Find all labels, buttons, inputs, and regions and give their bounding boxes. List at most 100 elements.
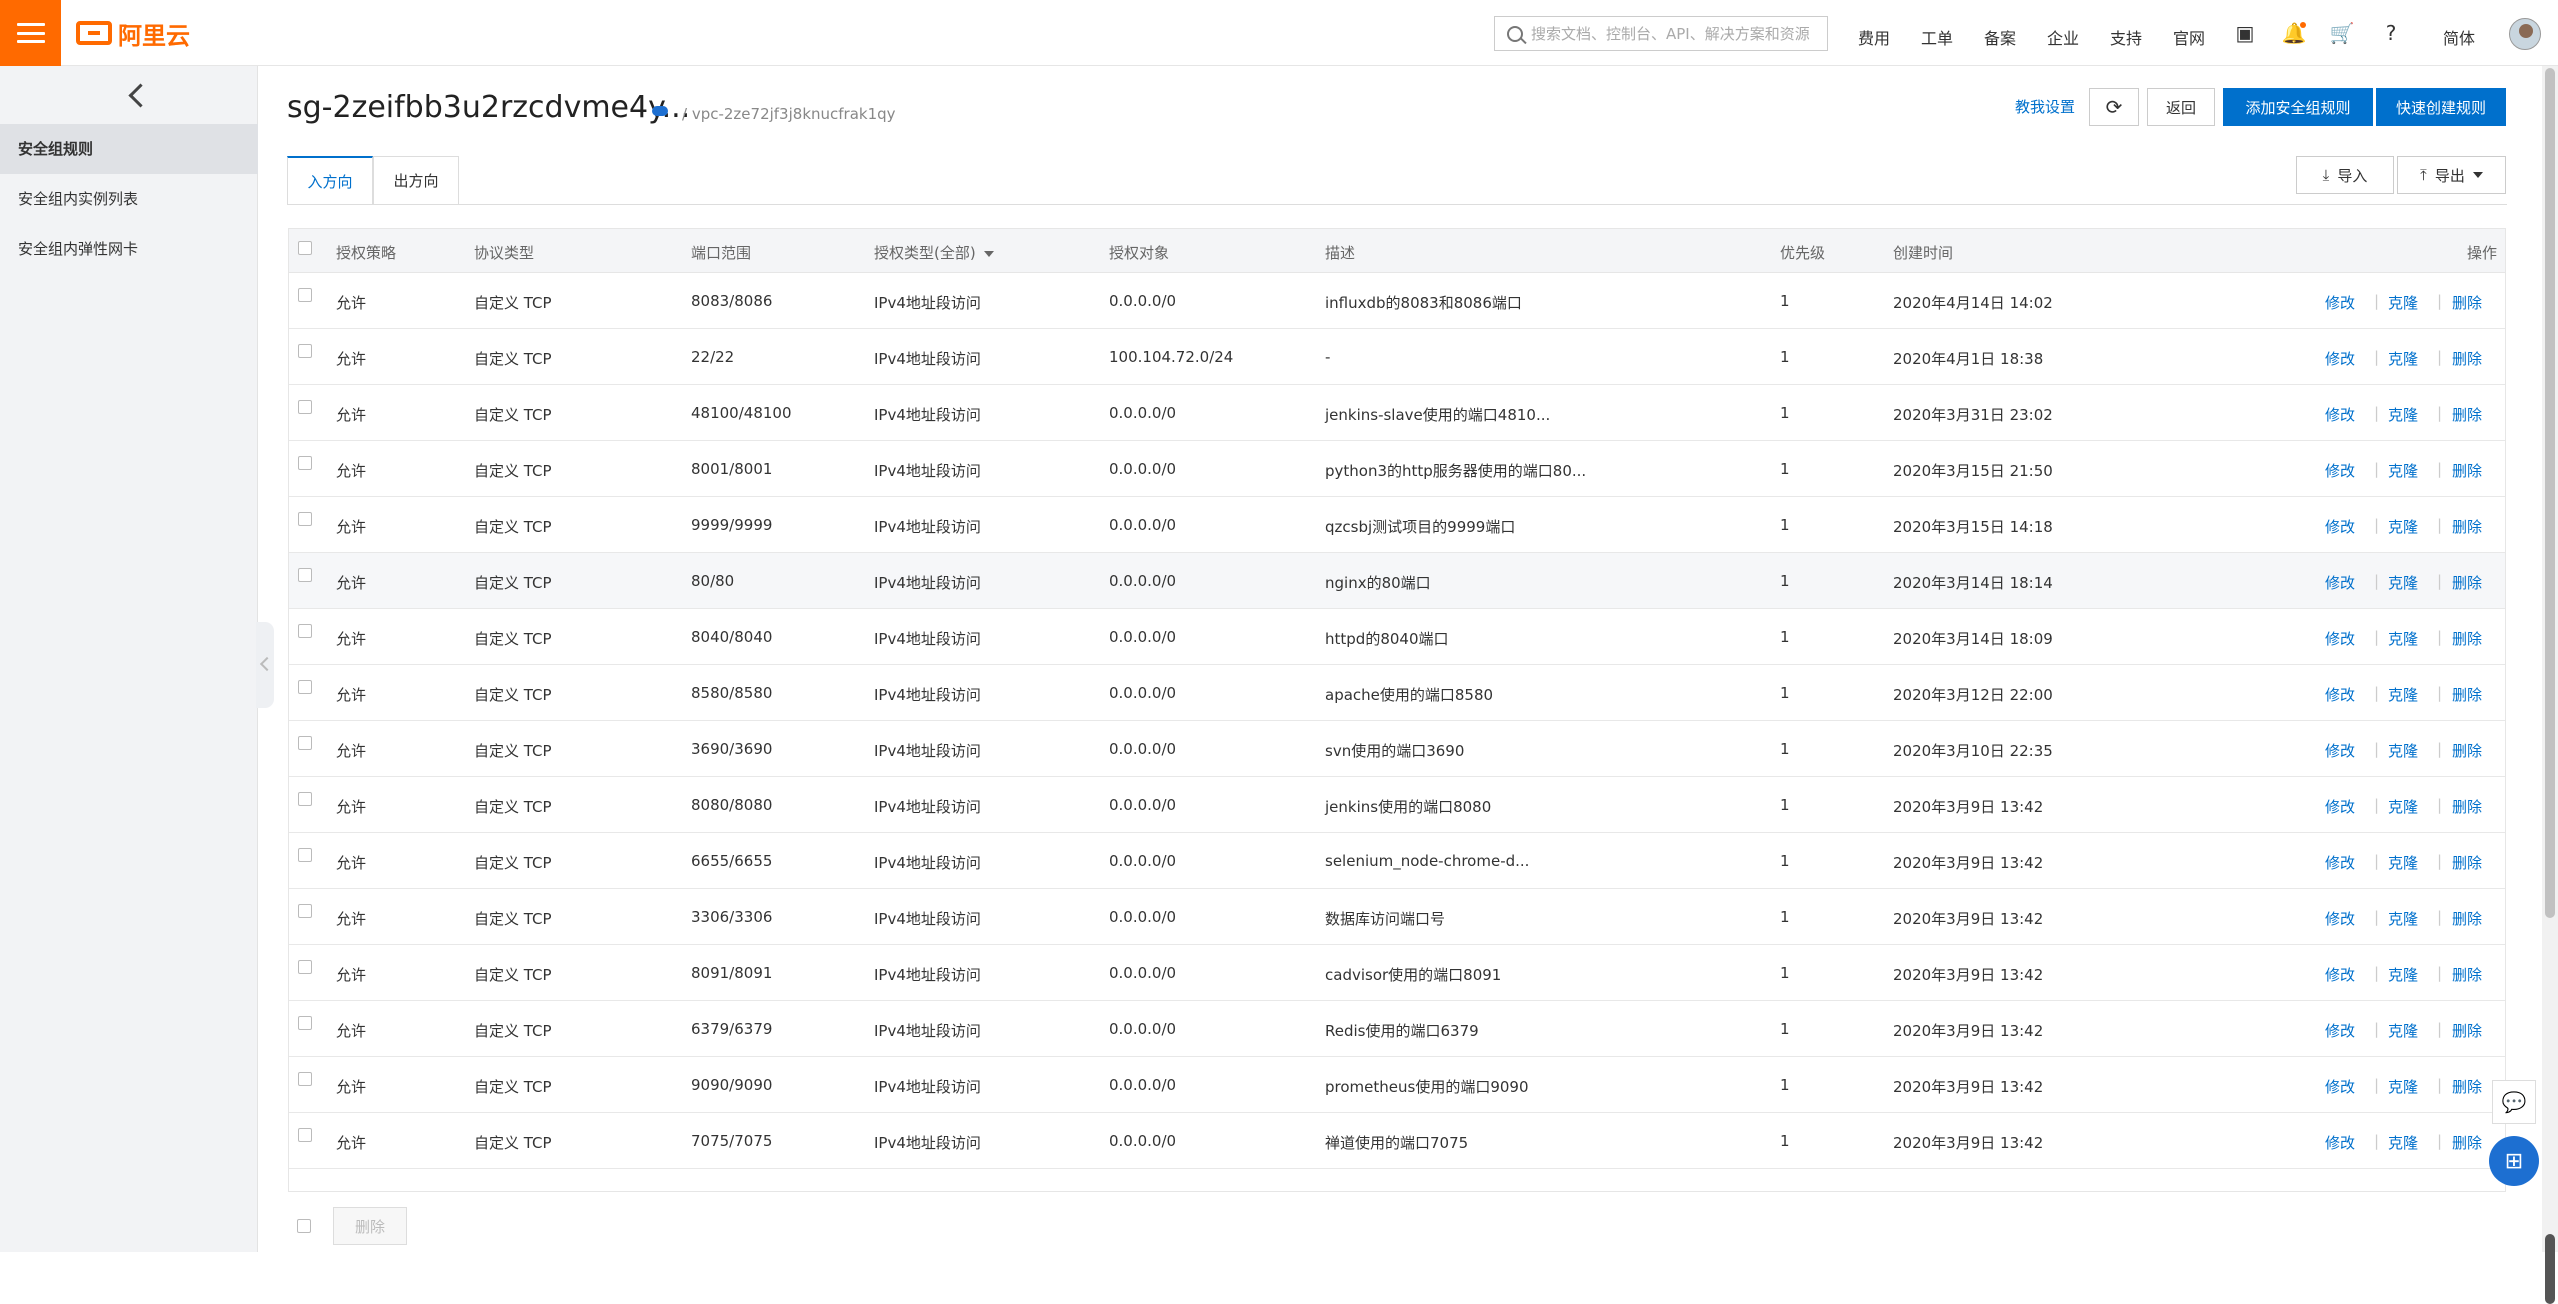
- search-input[interactable]: 搜索文档、控制台、API、解决方案和资源: [1494, 16, 1828, 51]
- row-checkbox[interactable]: [298, 792, 312, 806]
- sidebar-item-enis[interactable]: 安全组内弹性网卡: [0, 224, 258, 274]
- import-button[interactable]: ⤓ 导入: [2296, 156, 2394, 194]
- edit-link[interactable]: 修改: [2325, 460, 2355, 481]
- nav-support[interactable]: 支持: [2110, 25, 2142, 49]
- row-checkbox[interactable]: [298, 1128, 312, 1142]
- edit-link[interactable]: 修改: [2325, 964, 2355, 985]
- edit-link[interactable]: 修改: [2325, 852, 2355, 873]
- sidebar-item-instances[interactable]: 安全组内实例列表: [0, 174, 258, 224]
- edit-link[interactable]: 修改: [2325, 796, 2355, 817]
- terminal-icon[interactable]: ▣: [2233, 21, 2257, 45]
- select-all-checkbox[interactable]: [298, 241, 312, 255]
- header-auth-type[interactable]: 授权类型(全部): [874, 242, 994, 263]
- scrollbar-thumb[interactable]: [2545, 68, 2555, 918]
- nav-tickets[interactable]: 工单: [1921, 25, 1953, 49]
- chat-icon[interactable]: 💬: [2492, 1080, 2536, 1124]
- delete-link[interactable]: 删除: [2452, 1020, 2482, 1041]
- edit-link[interactable]: 修改: [2325, 1132, 2355, 1153]
- add-rule-button[interactable]: 添加安全组规则: [2223, 88, 2373, 126]
- help-icon[interactable]: ?: [2379, 21, 2403, 45]
- edit-link[interactable]: 修改: [2325, 908, 2355, 929]
- row-checkbox[interactable]: [298, 344, 312, 358]
- clone-link[interactable]: 克隆: [2388, 572, 2418, 593]
- nav-icp[interactable]: 备案: [1984, 25, 2016, 49]
- tab-inbound[interactable]: 入方向: [287, 156, 373, 204]
- delete-link[interactable]: 删除: [2452, 796, 2482, 817]
- clone-link[interactable]: 克隆: [2388, 908, 2418, 929]
- row-checkbox[interactable]: [298, 624, 312, 638]
- delete-link[interactable]: 删除: [2452, 1132, 2482, 1153]
- scrollbar-thumb-lower[interactable]: [2545, 1234, 2555, 1304]
- clone-link[interactable]: 克隆: [2388, 1132, 2418, 1153]
- clone-link[interactable]: 克隆: [2388, 404, 2418, 425]
- cart-icon[interactable]: 🛒: [2330, 21, 2355, 45]
- nav-enterprise[interactable]: 企业: [2047, 25, 2079, 49]
- tab-outbound[interactable]: 出方向: [373, 156, 459, 204]
- row-checkbox[interactable]: [298, 568, 312, 582]
- bell-icon[interactable]: 🔔: [2282, 21, 2307, 45]
- delete-link[interactable]: 删除: [2452, 964, 2482, 985]
- clone-link[interactable]: 克隆: [2388, 852, 2418, 873]
- edit-link[interactable]: 修改: [2325, 572, 2355, 593]
- edit-link[interactable]: 修改: [2325, 1020, 2355, 1041]
- clone-link[interactable]: 克隆: [2388, 516, 2418, 537]
- delete-link[interactable]: 删除: [2452, 628, 2482, 649]
- delete-link[interactable]: 删除: [2452, 852, 2482, 873]
- row-checkbox[interactable]: [298, 1016, 312, 1030]
- avatar[interactable]: [2509, 18, 2541, 50]
- edit-link[interactable]: 修改: [2325, 740, 2355, 761]
- menu-button[interactable]: [0, 0, 61, 66]
- clone-link[interactable]: 克隆: [2388, 684, 2418, 705]
- delete-link[interactable]: 删除: [2452, 908, 2482, 929]
- edit-link[interactable]: 修改: [2325, 684, 2355, 705]
- row-checkbox[interactable]: [298, 904, 312, 918]
- edit-link[interactable]: 修改: [2325, 628, 2355, 649]
- page-scrollbar[interactable]: [2542, 66, 2558, 1304]
- clone-link[interactable]: 克隆: [2388, 460, 2418, 481]
- delete-link[interactable]: 删除: [2452, 292, 2482, 313]
- nav-fees[interactable]: 费用: [1858, 25, 1890, 49]
- delete-link[interactable]: 删除: [2452, 516, 2482, 537]
- apps-icon[interactable]: ⊞: [2489, 1136, 2539, 1186]
- row-checkbox[interactable]: [298, 512, 312, 526]
- delete-link[interactable]: 删除: [2452, 1076, 2482, 1097]
- clone-link[interactable]: 克隆: [2388, 1020, 2418, 1041]
- quick-create-rule-button[interactable]: 快速创建规则: [2376, 88, 2506, 126]
- row-checkbox[interactable]: [298, 400, 312, 414]
- delete-link[interactable]: 删除: [2452, 348, 2482, 369]
- language-switch[interactable]: 简体: [2443, 25, 2475, 49]
- clone-link[interactable]: 克隆: [2388, 740, 2418, 761]
- row-checkbox[interactable]: [298, 1072, 312, 1086]
- clone-link[interactable]: 克隆: [2388, 1076, 2418, 1097]
- row-checkbox[interactable]: [298, 736, 312, 750]
- refresh-button[interactable]: ⟳: [2089, 88, 2139, 126]
- edit-link[interactable]: 修改: [2325, 1076, 2355, 1097]
- clone-link[interactable]: 克隆: [2388, 964, 2418, 985]
- clone-link[interactable]: 克隆: [2388, 796, 2418, 817]
- delete-link[interactable]: 删除: [2452, 404, 2482, 425]
- row-checkbox[interactable]: [298, 848, 312, 862]
- clone-link[interactable]: 克隆: [2388, 292, 2418, 313]
- sidebar-collapse-handle[interactable]: [256, 622, 274, 708]
- row-checkbox[interactable]: [298, 680, 312, 694]
- delete-link[interactable]: 删除: [2452, 684, 2482, 705]
- clone-link[interactable]: 克隆: [2388, 628, 2418, 649]
- delete-link[interactable]: 删除: [2452, 460, 2482, 481]
- edit-link[interactable]: 修改: [2325, 404, 2355, 425]
- batch-delete-button[interactable]: 删除: [333, 1207, 407, 1245]
- delete-link[interactable]: 删除: [2452, 572, 2482, 593]
- edit-link[interactable]: 修改: [2325, 292, 2355, 313]
- back-button[interactable]: 返回: [2147, 88, 2215, 126]
- vpc-link[interactable]: / vpc-2ze72jf3j8knucfrak1qy: [682, 105, 896, 123]
- nav-official-site[interactable]: 官网: [2173, 25, 2205, 49]
- row-checkbox[interactable]: [298, 288, 312, 302]
- footer-select-all-checkbox[interactable]: [297, 1219, 311, 1233]
- edit-link[interactable]: 修改: [2325, 516, 2355, 537]
- delete-link[interactable]: 删除: [2452, 740, 2482, 761]
- help-setup-link[interactable]: 教我设置: [2015, 96, 2075, 117]
- row-checkbox[interactable]: [298, 960, 312, 974]
- export-button[interactable]: ⤒ 导出: [2397, 156, 2506, 194]
- sidebar-item-rules[interactable]: 安全组规则: [0, 124, 258, 174]
- back-arrow-icon[interactable]: [126, 80, 146, 110]
- aliyun-logo[interactable]: 阿里云: [76, 17, 190, 50]
